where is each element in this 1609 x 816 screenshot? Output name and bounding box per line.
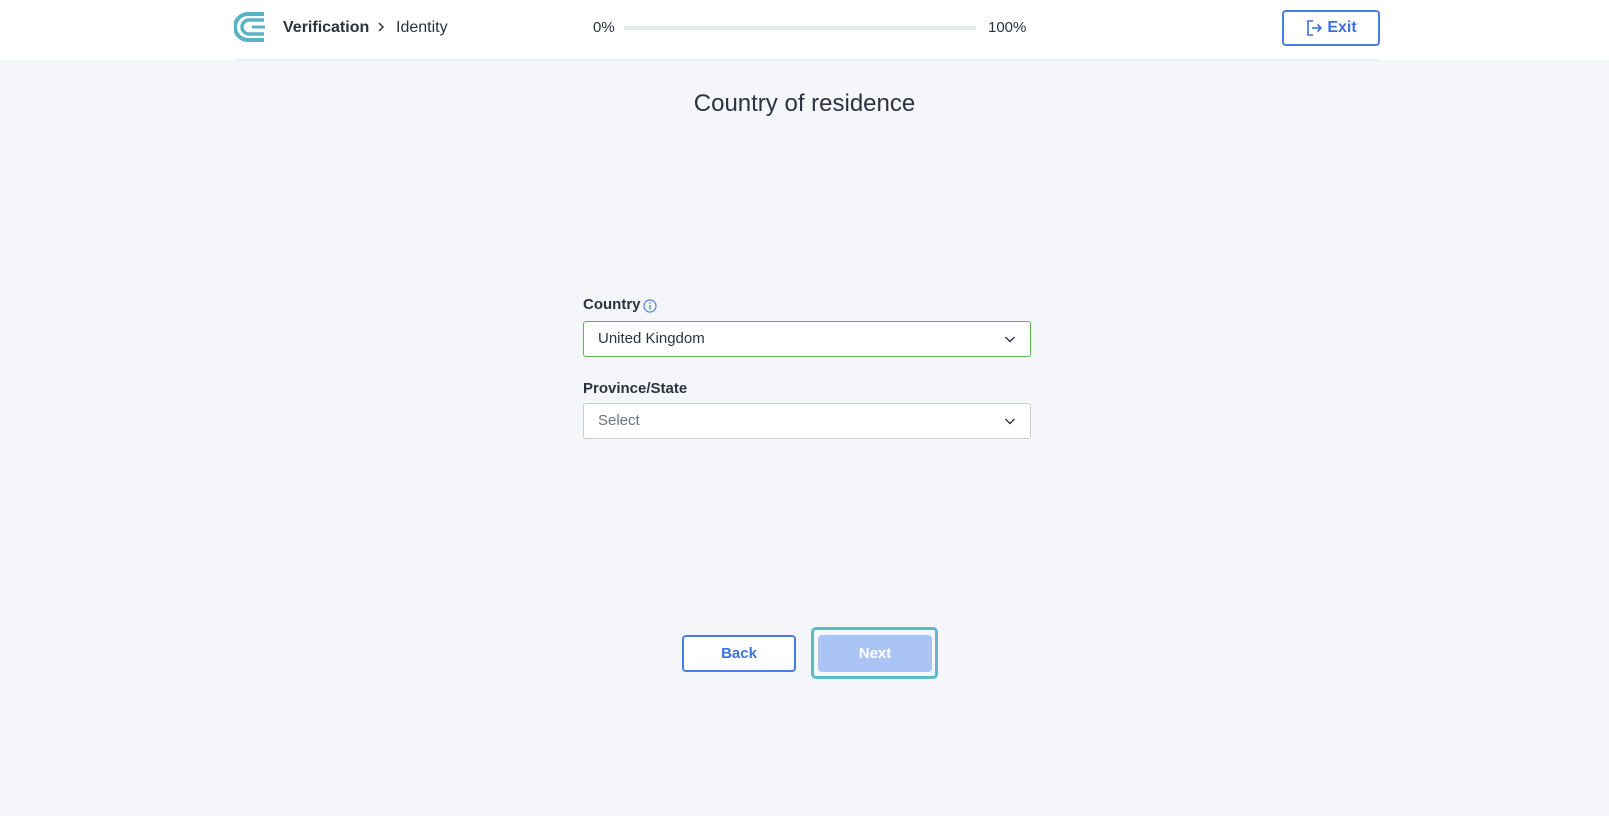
logo-icon	[234, 12, 265, 42]
exit-label: Exit	[1327, 19, 1357, 36]
province-select-placeholder: Select	[598, 412, 640, 429]
info-icon[interactable]	[643, 299, 657, 313]
exit-button[interactable]: Exit	[1282, 10, 1380, 46]
chevron-right-icon	[378, 22, 385, 32]
back-button[interactable]: Back	[682, 635, 796, 672]
breadcrumb-verification[interactable]: Verification	[283, 17, 369, 39]
province-select[interactable]: Select	[583, 403, 1031, 439]
top-bar: Verification Identity 0% 100% Exit	[0, 0, 1609, 60]
chevron-down-icon	[1005, 336, 1015, 343]
country-select[interactable]: United Kingdom	[583, 321, 1031, 357]
country-label: Country	[583, 296, 641, 313]
progress-bar	[624, 26, 976, 30]
province-label: Province/State	[583, 380, 688, 397]
chevron-down-icon	[1005, 418, 1015, 425]
exit-icon	[1307, 20, 1323, 36]
page-title: Country of residence	[693, 90, 916, 117]
next-button[interactable]: Next	[818, 635, 932, 672]
progress-start-label: 0%	[593, 19, 615, 36]
country-select-value: United Kingdom	[598, 330, 705, 347]
progress-end-label: 100%	[988, 19, 1027, 36]
top-bar-shadow	[235, 59, 1379, 62]
breadcrumb-identity: Identity	[396, 19, 448, 36]
